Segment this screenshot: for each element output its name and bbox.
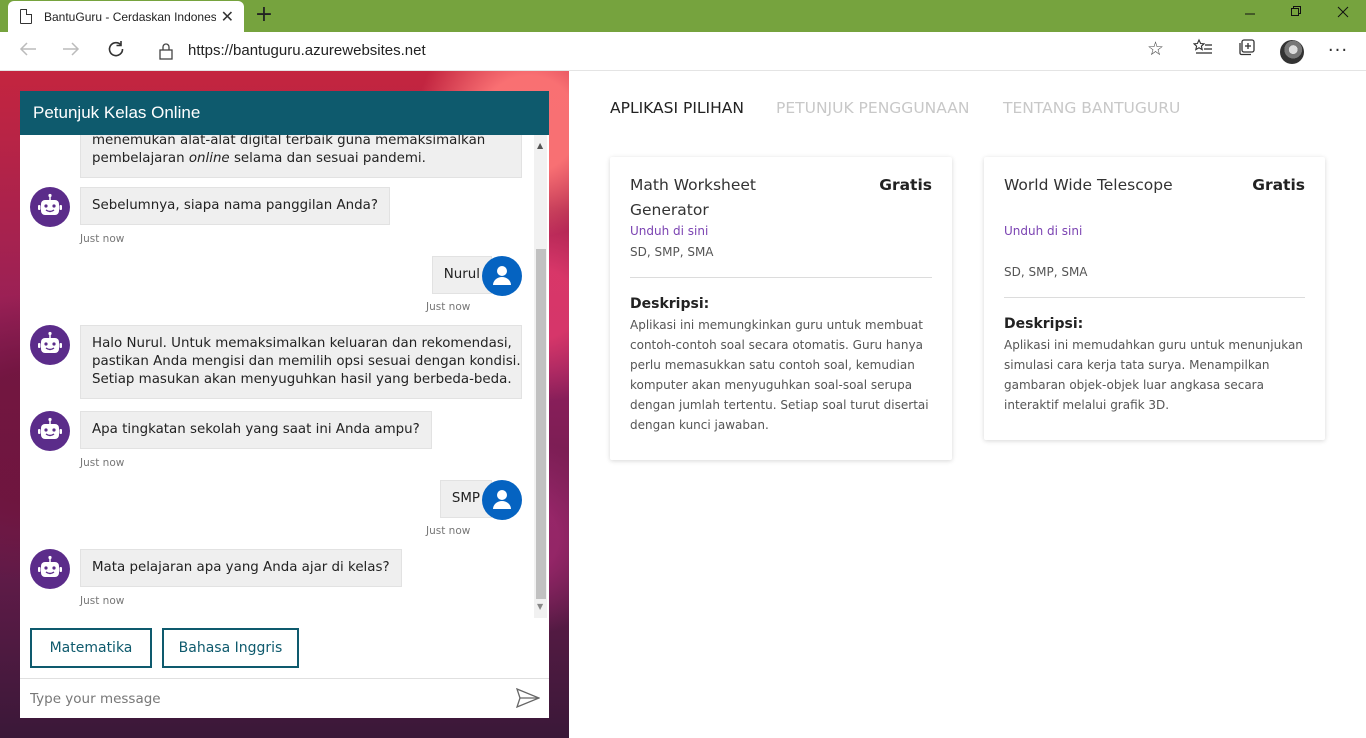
back-button[interactable] [14,38,42,64]
close-window-button[interactable] [1320,0,1366,30]
refresh-icon [108,41,124,57]
bot-avatar [30,549,70,589]
chat-scrollbar[interactable]: ▲ ▼ [534,135,547,618]
tab-aplikasi-pilihan[interactable]: APLIKASI PILIHAN [610,99,744,117]
app-description: Aplikasi ini memudahkan guru untuk menun… [1004,338,1303,412]
app-title: Math Worksheet Generator [630,176,756,219]
bot-avatar [30,187,70,227]
bot-message: Mata pelajaran apa yang Anda ajar di kel… [80,549,402,587]
arrow-left-icon [19,42,36,56]
favorites-icon[interactable] [1188,37,1218,65]
robot-icon [38,193,62,215]
user-avatar [482,480,522,520]
robot-icon [38,417,62,439]
more-icon[interactable]: ··· [1323,37,1353,65]
robot-icon [38,555,62,577]
suggested-action-bahasa-inggris[interactable]: Bahasa Inggris [162,628,299,668]
timestamp: Just now [426,301,471,313]
arrow-right-icon [63,42,80,56]
timestamp: Just now [426,525,471,537]
restore-button[interactable] [1273,0,1319,30]
scrollbar-thumb[interactable] [536,249,546,599]
lock-icon [159,43,173,60]
suggested-action-matematika[interactable]: Matematika [30,628,152,668]
forward-button[interactable] [57,38,85,64]
bot-message: Halo Nurul. Untuk memaksimalkan keluaran… [80,325,522,399]
tab-petunjuk-penggunaan[interactable]: PETUNJUK PENGGUNAAN [776,99,970,117]
new-tab-button[interactable]: + [252,3,276,29]
download-link[interactable]: Unduh di sini [630,224,708,238]
divider [1004,297,1305,298]
message-text: Halo Nurul. Untuk memaksimalkan keluaran… [92,336,512,351]
refresh-button[interactable] [102,38,130,64]
timestamp: Just now [80,457,125,469]
profile-avatar[interactable] [1280,40,1304,64]
description-label: Deskripsi: [1004,316,1084,332]
description-label: Deskripsi: [630,296,710,312]
message-input-row [20,678,549,718]
app-description: Aplikasi ini memungkinkan guru untuk mem… [630,318,929,432]
restore-icon [1291,6,1301,16]
collections-icon[interactable] [1232,37,1262,65]
scroll-up-icon[interactable]: ▲ [537,141,543,150]
message-text: Sebelumnya, siapa nama panggilan Anda? [92,198,378,213]
minimize-icon [1245,13,1255,15]
message-input[interactable] [30,687,490,711]
minimize-button[interactable] [1227,0,1273,30]
message-text: Nurul [443,267,480,282]
bot-avatar [30,411,70,451]
browser-titlebar: BantuGuru - Cerdaskan Indonesia ✕ + [0,0,1366,32]
school-levels: SD, SMP, SMA [1004,265,1088,279]
timestamp: Just now [80,233,125,245]
message-text: SMP [451,491,480,506]
url-text[interactable]: https://bantuguru.azurewebsites.net [188,42,426,59]
user-icon [493,266,511,285]
message-text: Setiap masukan akan menyuguhkan hasil ya… [92,372,512,387]
chat-header: Petunjuk Kelas Online [20,91,549,135]
chat-transcript[interactable]: menemukan alat-alat digital terbaik guna… [20,135,549,618]
user-icon [493,490,511,509]
timestamp: Just now [80,595,125,607]
app-card: World Wide Telescope Gratis Unduh di sin… [984,157,1325,440]
browser-tab[interactable]: BantuGuru - Cerdaskan Indonesia ✕ [8,1,244,32]
bot-message: Sebelumnya, siapa nama panggilan Anda? [80,187,390,225]
page-icon [20,9,32,24]
message-text: pembelajaran online selama dan sesuai pa… [92,151,426,166]
bot-avatar [30,325,70,365]
chat-widget: Petunjuk Kelas Online menemukan alat-ala… [20,91,549,718]
app-price: Gratis [1252,176,1305,194]
message-text: Mata pelajaran apa yang Anda ajar di kel… [92,560,390,575]
divider [630,277,932,278]
message-text: Apa tingkatan sekolah yang saat ini Anda… [92,422,420,437]
download-link[interactable]: Unduh di sini [1004,224,1082,238]
message-text: pastikan Anda mengisi dan memilih opsi s… [92,354,521,369]
robot-icon [38,331,62,353]
favorite-star-icon[interactable]: ☆ [1147,38,1164,60]
bot-message: menemukan alat-alat digital terbaik guna… [80,135,522,178]
user-avatar [482,256,522,296]
app-title: World Wide Telescope [1004,176,1173,194]
school-levels: SD, SMP, SMA [630,245,714,259]
address-bar[interactable]: https://bantuguru.azurewebsites.net ☆ [144,36,1174,66]
app-card: Math Worksheet Generator Gratis Unduh di… [610,157,952,460]
scroll-down-icon[interactable]: ▼ [537,602,543,611]
browser-toolbar: https://bantuguru.azurewebsites.net ☆ ··… [0,32,1366,71]
bot-message: Apa tingkatan sekolah yang saat ini Anda… [80,411,432,449]
tab-tentang-bantuguru[interactable]: TENTANG BANTUGURU [1003,99,1180,117]
tab-title: BantuGuru - Cerdaskan Indonesia [44,9,216,24]
app-price: Gratis [879,176,932,194]
message-text: menemukan alat-alat digital terbaik guna… [92,135,486,148]
send-icon[interactable] [516,688,540,708]
close-icon [1337,6,1349,18]
tab-close-icon[interactable]: ✕ [221,7,234,26]
